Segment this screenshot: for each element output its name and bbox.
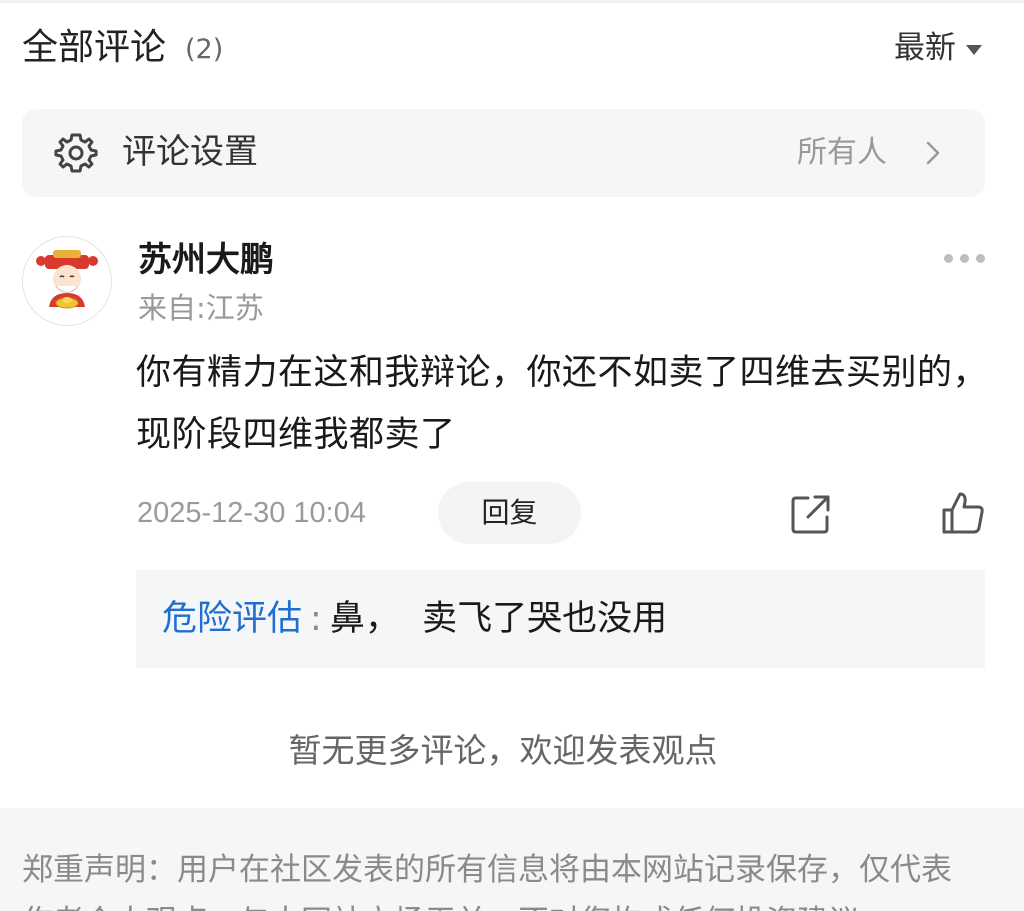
sub-reply-colon: :: [310, 599, 322, 639]
top-divider: [0, 0, 1024, 3]
comment-username[interactable]: 苏州大鹏: [138, 236, 274, 284]
comment-settings-row[interactable]: 评论设置 所有人: [22, 109, 985, 197]
sort-label: 最新: [894, 30, 956, 66]
reply-button[interactable]: 回复: [438, 482, 581, 544]
caret-down-icon: [966, 45, 982, 55]
comment-timestamp: 2025-12-30 10:04: [137, 497, 366, 529]
gear-icon: [54, 133, 98, 173]
no-more-comments: 暂无更多评论，欢迎发表观点: [288, 731, 718, 770]
more-dots-icon[interactable]: [938, 246, 988, 270]
sub-reply-box: 危险评估: 鼻， 卖飞了哭也没用: [136, 570, 985, 668]
fortune-god-avatar-icon: [36, 250, 98, 309]
comments-count: (2): [185, 34, 224, 65]
comments-title: 全部评论: [22, 27, 167, 68]
disclaimer-text: 郑重声明：用户在社区发表的所有信息将由本网站记录保存，仅代表作者个人观点，与本网…: [22, 852, 952, 911]
settings-label: 评论设置: [122, 132, 258, 172]
sort-button[interactable]: 最新: [894, 26, 982, 70]
comments-page: 全部评论 (2) 最新 评论设置 所有人 苏州大鹏 来自:江苏 你有精力在这和我…: [0, 0, 1024, 911]
settings-value: 所有人: [797, 135, 887, 170]
sub-reply-author[interactable]: 危险评估: [162, 599, 302, 639]
avatar[interactable]: [22, 236, 112, 326]
comment-text: 你有精力在这和我辩论，你还不如卖了四维去买别的，现阶段四维我都卖了: [136, 353, 989, 455]
disclaimer-area: 郑重声明：用户在社区发表的所有信息将由本网站记录保存，仅代表作者个人观点，与本网…: [0, 808, 1024, 911]
thumbs-up-icon[interactable]: [940, 490, 986, 536]
share-icon: [791, 495, 830, 534]
comment-location: 来自:江苏: [138, 291, 264, 325]
sub-reply: 危险评估: 鼻， 卖飞了哭也没用: [162, 596, 667, 642]
chevron-right-icon: [926, 141, 940, 165]
comments-header: 全部评论 (2) 最新: [22, 22, 982, 74]
sub-reply-content: 鼻， 卖飞了哭也没用: [329, 599, 668, 639]
